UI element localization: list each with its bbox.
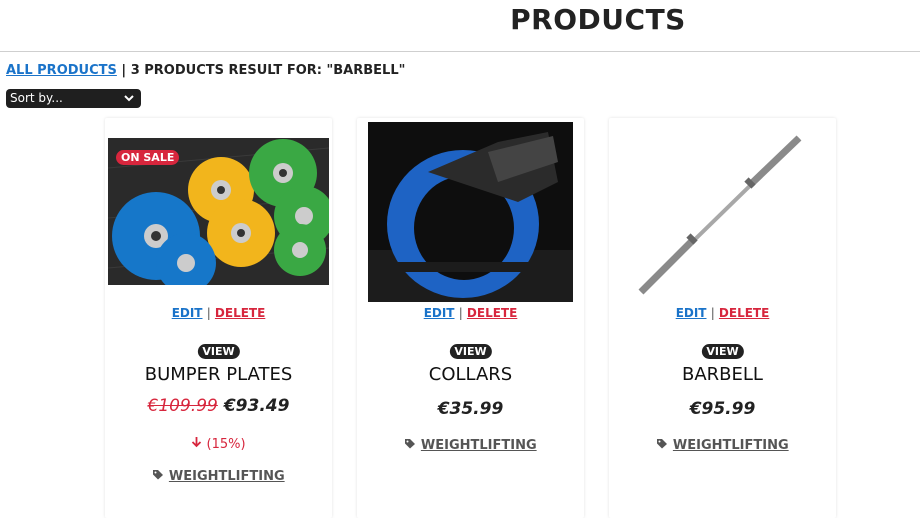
product-card: EDIT | DELETE VIEW COLLARS €35.99 WEIGHT… <box>357 118 584 518</box>
product-actions: EDIT | DELETE <box>357 306 584 320</box>
delete-link[interactable]: DELETE <box>215 306 265 320</box>
discount-percent: (15%) <box>206 437 246 452</box>
chevron-down-icon <box>124 89 134 115</box>
tag-icon <box>404 438 421 453</box>
view-button[interactable]: VIEW <box>197 344 240 359</box>
breadcrumb-separator: | <box>121 63 127 78</box>
category-label: WEIGHTLIFTING <box>420 438 537 453</box>
category-tag[interactable]: WEIGHTLIFTING <box>357 438 584 453</box>
arrow-down-icon <box>191 437 206 452</box>
actions-separator: | <box>206 306 211 320</box>
sale-price: €93.49 <box>223 396 290 416</box>
actions-separator: | <box>710 306 715 320</box>
page-title: PRODUCTS <box>510 3 686 36</box>
product-price: €35.99 <box>357 399 584 419</box>
actions-separator: | <box>458 306 463 320</box>
product-price: €95.99 <box>609 399 836 419</box>
view-button[interactable]: VIEW <box>449 344 492 359</box>
product-name: COLLARS <box>428 364 513 385</box>
original-price: €109.99 <box>147 396 218 416</box>
tag-icon <box>152 469 169 484</box>
edit-link[interactable]: EDIT <box>676 306 707 320</box>
header-divider <box>0 51 920 52</box>
product-name: BARBELL <box>682 364 763 385</box>
edit-link[interactable]: EDIT <box>424 306 455 320</box>
product-image-barbell[interactable] <box>631 130 811 300</box>
product-name: BUMPER PLATES <box>144 364 293 385</box>
tag-icon <box>656 438 673 453</box>
product-price: €109.99 €93.49 <box>105 396 332 416</box>
product-actions: EDIT | DELETE <box>105 306 332 320</box>
product-card: ON SALE EDIT | DELETE VIEW BUMPER PLATES… <box>105 118 332 518</box>
product-image-bumper-plates[interactable]: ON SALE <box>108 138 329 285</box>
view-button[interactable]: VIEW <box>701 344 744 359</box>
category-label: WEIGHTLIFTING <box>168 469 285 484</box>
all-products-link[interactable]: ALL PRODUCTS <box>6 63 117 78</box>
product-image-collars[interactable] <box>368 122 573 302</box>
category-tag[interactable]: WEIGHTLIFTING <box>609 438 836 453</box>
product-card: EDIT | DELETE VIEW BARBELL €95.99 WEIGHT… <box>609 118 836 518</box>
category-label: WEIGHTLIFTING <box>672 438 789 453</box>
delete-link[interactable]: DELETE <box>719 306 769 320</box>
sale-price: €35.99 <box>437 399 504 419</box>
breadcrumb: ALL PRODUCTS | 3 PRODUCTS RESULT FOR: "B… <box>6 62 405 80</box>
sort-select[interactable]: Sort by... <box>6 89 141 108</box>
sale-price: €95.99 <box>689 399 756 419</box>
category-tag[interactable]: WEIGHTLIFTING <box>105 469 332 484</box>
search-result-text: 3 PRODUCTS RESULT FOR: "BARBELL" <box>130 63 406 78</box>
edit-link[interactable]: EDIT <box>172 306 203 320</box>
product-actions: EDIT | DELETE <box>609 306 836 320</box>
sort-selected-value: Sort by... <box>10 91 63 105</box>
on-sale-badge: ON SALE <box>116 150 180 165</box>
discount-indicator: (15%) <box>105 436 332 452</box>
delete-link[interactable]: DELETE <box>467 306 517 320</box>
